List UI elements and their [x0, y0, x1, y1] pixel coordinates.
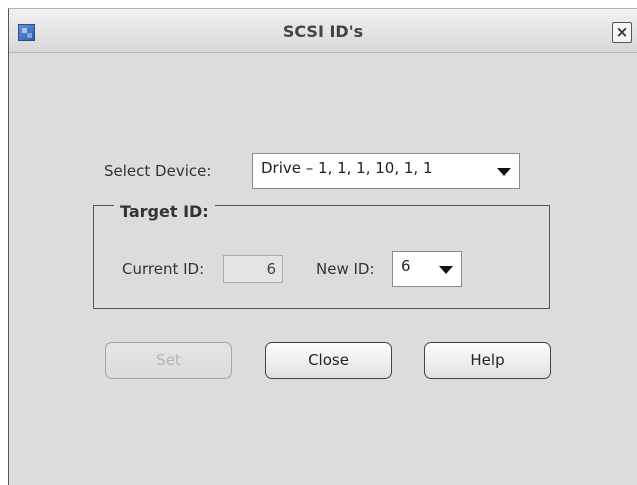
title-bar[interactable]: SCSI ID's ×	[9, 9, 637, 53]
target-id-group-title: Target ID:	[114, 202, 215, 221]
select-device-label: Select Device:	[104, 162, 212, 180]
new-id-dropdown-value: 6	[401, 257, 411, 275]
close-icon[interactable]: ×	[612, 22, 632, 43]
new-id-label: New ID:	[316, 260, 375, 278]
dropdown-arrow-icon	[439, 266, 453, 274]
current-id-label: Current ID:	[122, 260, 205, 278]
current-id-field: 6	[223, 255, 283, 283]
help-button[interactable]: Help	[424, 342, 551, 379]
window-title: SCSI ID's	[282, 22, 364, 41]
device-dropdown[interactable]: Drive – 1, 1, 1, 10, 1, 1	[252, 153, 520, 189]
dropdown-arrow-icon	[497, 168, 511, 176]
set-button[interactable]: Set	[105, 342, 232, 379]
device-dropdown-value: Drive – 1, 1, 1, 10, 1, 1	[261, 159, 433, 177]
close-button[interactable]: Close	[265, 342, 392, 379]
new-id-dropdown[interactable]: 6	[392, 251, 462, 287]
